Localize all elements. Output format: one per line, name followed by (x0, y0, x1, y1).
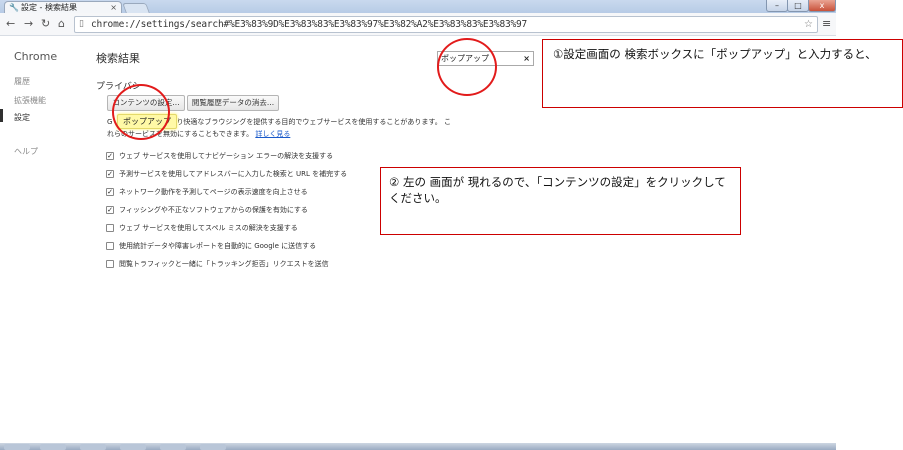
close-window-button[interactable]: x (808, 0, 836, 12)
sidebar-item-history[interactable]: 履歴 (14, 76, 30, 87)
chrome-brand: Chrome (14, 50, 58, 63)
address-url[interactable]: chrome://settings/search#%E3%83%9D%E3%83… (91, 17, 527, 32)
annotation-circle-search (437, 38, 497, 96)
back-arrow-icon[interactable]: ← (6, 16, 15, 32)
option-label: 閲覧トラフィックと一緒に「トラッキング拒否」リクエストを送信 (119, 260, 329, 268)
option-label: ウェブ サービスを使用してナビゲーション エラーの解決を支援する (119, 152, 334, 160)
menu-icon[interactable]: ≡ (822, 17, 831, 30)
new-tab-button[interactable] (122, 3, 150, 13)
browser-toolbar: ← → ↻ ⌂ ▯ chrome://settings/search#%E3%8… (0, 13, 836, 36)
learn-more-link[interactable]: 詳しく見る (255, 130, 290, 138)
annotation-note-2-text: ② 左の 画面が 現れるので、「コンテンツの設定」をクリックしてください。 (389, 175, 726, 205)
taskbar-item[interactable] (40, 444, 66, 450)
address-bar[interactable]: ▯ chrome://settings/search#%E3%83%9D%E3%… (74, 16, 818, 33)
checkbox[interactable] (106, 224, 114, 232)
reload-icon[interactable]: ↻ (41, 16, 50, 32)
page-title: 検索結果 (96, 52, 140, 65)
sidebar-item-help[interactable]: ヘルプ (14, 146, 38, 157)
option-label: ウェブ サービスを使用してスペル ミスの解決を支援する (119, 224, 298, 232)
taskbar-item[interactable] (80, 444, 106, 450)
taskbar-item[interactable] (160, 444, 186, 450)
maximize-button[interactable]: □ (787, 0, 809, 12)
page-icon: ▯ (79, 19, 84, 29)
checkbox[interactable]: ✓ (106, 188, 114, 196)
clear-search-icon[interactable]: × (523, 52, 530, 65)
checkbox[interactable] (106, 242, 114, 250)
checkbox[interactable]: ✓ (106, 152, 114, 160)
taskbar-item[interactable] (4, 444, 30, 450)
bookmark-star-icon[interactable]: ☆ (804, 17, 813, 32)
taskbar-item[interactable] (120, 444, 146, 450)
annotation-note-1-text: ①設定画面の 検索ボックスに「ポップアップ」と入力すると、 (553, 47, 877, 61)
taskbar (0, 443, 836, 450)
minimize-button[interactable]: – (766, 0, 788, 12)
annotation-note-1: ①設定画面の 検索ボックスに「ポップアップ」と入力すると、 (542, 39, 903, 108)
annotation-note-2: ② 左の 画面が 現れるので、「コンテンツの設定」をクリックしてください。 (380, 167, 741, 235)
checkbox[interactable] (106, 260, 114, 268)
option-label: 使用統計データや障害レポートを自動的に Google に送信する (119, 242, 317, 250)
taskbar-item[interactable] (200, 444, 226, 450)
checkbox[interactable]: ✓ (106, 206, 114, 214)
home-icon[interactable]: ⌂ (58, 16, 65, 32)
sidebar-item-extensions[interactable]: 拡張機能 (14, 95, 46, 106)
forward-arrow-icon[interactable]: → (24, 16, 33, 32)
sidebar-item-settings[interactable]: 設定 (14, 112, 30, 123)
option-label: 予測サービスを使用してアドレスバーに入力した検索と URL を補完する (119, 170, 348, 178)
option-label: ネットワーク動作を予測してページの表示速度を向上させる (119, 188, 308, 196)
window-titlebar: 🔧 設定 - 検索結果 × – □ x (0, 0, 836, 15)
clear-browsing-data-button[interactable]: 閲覧履歴データの消去... (187, 95, 279, 111)
sidebar-active-indicator (0, 109, 3, 122)
annotation-circle-content-settings (112, 84, 170, 140)
checkbox[interactable]: ✓ (106, 170, 114, 178)
option-label: フィッシングや不正なソフトウェアからの保護を有効にする (119, 206, 308, 214)
